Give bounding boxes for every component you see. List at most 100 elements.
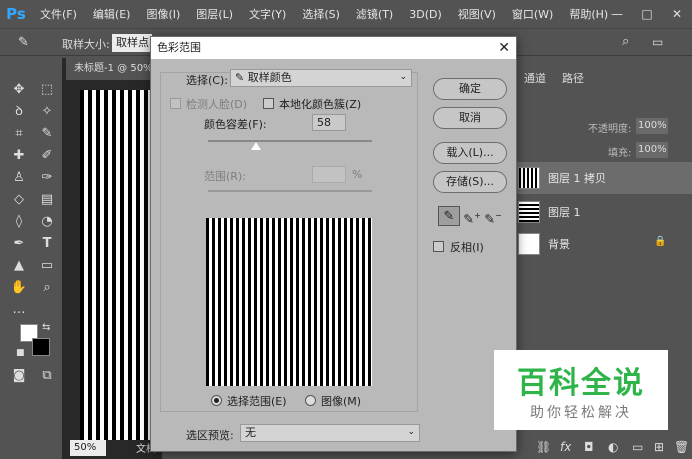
quick-mask-icon[interactable]: ◙ <box>8 366 30 386</box>
tab-paths[interactable]: 路径 <box>562 70 584 86</box>
screen-mode-icon[interactable]: ⧉ <box>36 366 58 386</box>
menu-file[interactable]: 文件(F) <box>32 6 85 22</box>
sample-size-label: 取样大小: <box>62 38 110 51</box>
layer-name: 图层 1 拷贝 <box>548 172 606 185</box>
range-slider-track[interactable] <box>208 190 372 192</box>
selection-preview-image[interactable] <box>206 218 372 386</box>
ok-button[interactable]: 确定 <box>433 78 507 100</box>
cancel-button[interactable]: 取消 <box>433 107 507 129</box>
layer-row[interactable]: 图层 1 拷贝 <box>514 162 692 194</box>
fuzziness-label: 颜色容差(F): <box>204 118 267 131</box>
layer-name: 图层 1 <box>548 206 581 219</box>
workspace-icon[interactable]: ▭ <box>652 35 663 49</box>
fx-icon[interactable]: fx <box>560 440 571 454</box>
selection-radio[interactable] <box>211 395 222 406</box>
healing-brush-icon[interactable]: ✚ <box>8 146 30 166</box>
dodge-tool-icon[interactable]: ◔ <box>36 212 58 232</box>
selection-preview-dropdown[interactable]: 无 ⌄ <box>240 424 420 442</box>
image-radio[interactable] <box>305 395 316 406</box>
save-button[interactable]: 存储(S)... <box>433 171 507 193</box>
layer-row[interactable]: 图层 1 <box>514 196 692 228</box>
default-colors-icon[interactable]: ■ <box>16 348 25 358</box>
swap-colors-icon[interactable]: ⇆ <box>42 322 50 333</box>
zoom-field[interactable]: 50% <box>70 440 106 456</box>
lasso-tool-icon[interactable]: ꝺ <box>8 102 30 122</box>
dialog-title: 色彩范围 <box>151 37 516 59</box>
watermark-title: 百科全说 <box>517 366 645 401</box>
move-tool-icon[interactable]: ✥ <box>8 80 30 100</box>
invert-label: 反相(I) <box>450 241 484 254</box>
layer-thumbnail <box>518 233 540 255</box>
tab-channels[interactable]: 通道 <box>524 70 546 86</box>
menu-layer[interactable]: 图层(L) <box>188 6 241 22</box>
window-controls: — □ ✕ <box>602 0 692 28</box>
select-dropdown[interactable]: ✎ 取样颜色 ⌄ <box>230 69 412 87</box>
close-icon[interactable]: ✕ <box>498 37 510 59</box>
eyedropper-add-icon[interactable]: ✎+ <box>461 206 483 227</box>
opacity-field[interactable]: 100% <box>636 118 668 134</box>
minimize-button[interactable]: — <box>602 7 632 21</box>
menu-type[interactable]: 文字(Y) <box>241 6 294 22</box>
background-color-swatch[interactable] <box>32 338 50 356</box>
clone-stamp-icon[interactable]: ♙ <box>8 168 30 188</box>
menu-filter[interactable]: 滤镜(T) <box>348 6 401 22</box>
fuzziness-input[interactable]: 58 <box>312 114 346 131</box>
zoom-tool-icon[interactable]: ⌕ <box>36 278 58 298</box>
history-brush-icon[interactable]: ✑ <box>36 168 58 188</box>
marquee-tool-icon[interactable]: ⬚ <box>36 80 58 100</box>
eyedropper-icon[interactable]: ✎ <box>36 124 58 144</box>
trash-icon[interactable]: 🗑 <box>674 440 689 454</box>
document-tab[interactable]: 未标题-1 @ 50% <box>66 58 162 80</box>
eyedropper-tool-icon[interactable]: ✎ <box>18 35 29 50</box>
close-window-button[interactable]: ✕ <box>662 7 692 21</box>
localized-clusters-label: 本地化颜色簇(Z) <box>279 98 362 111</box>
menu-image[interactable]: 图像(I) <box>138 6 188 22</box>
load-button[interactable]: 载入(L)... <box>433 142 507 164</box>
chevron-down-icon: ⌄ <box>407 427 415 437</box>
new-layer-icon[interactable]: ⊞ <box>654 440 664 454</box>
layer-name: 背景 <box>548 238 570 251</box>
brush-tool-icon[interactable]: ✐ <box>36 146 58 166</box>
fill-field[interactable]: 100% <box>636 142 668 158</box>
blur-tool-icon[interactable]: ◊ <box>8 212 30 232</box>
range-input[interactable] <box>312 166 346 183</box>
watermark: 百科全说 助你轻松解决 <box>494 350 668 430</box>
mask-icon[interactable]: ◘ <box>584 440 594 454</box>
menu-window[interactable]: 窗口(W) <box>504 6 561 22</box>
more-tools-icon[interactable]: … <box>8 300 30 320</box>
sample-size-select[interactable]: 取样点 <box>112 34 152 52</box>
eyedropper-subtract-icon[interactable]: ✎− <box>482 206 504 227</box>
menu-edit[interactable]: 编辑(E) <box>85 6 139 22</box>
path-selection-icon[interactable]: ▲ <box>8 256 30 276</box>
invert-checkbox[interactable] <box>433 241 444 252</box>
menu-3d[interactable]: 3D(D) <box>401 8 450 21</box>
hand-tool-icon[interactable]: ✋ <box>8 278 30 298</box>
magic-wand-tool-icon[interactable]: ✧ <box>36 102 58 122</box>
pen-tool-icon[interactable]: ✒ <box>8 234 30 254</box>
fuzziness-slider-thumb[interactable] <box>250 142 261 150</box>
type-tool-icon[interactable]: T <box>36 234 58 254</box>
fill-label: 填充: <box>608 148 632 159</box>
layer-row[interactable]: 背景 🔒 <box>514 228 692 260</box>
menu-select[interactable]: 选择(S) <box>294 6 348 22</box>
gradient-tool-icon[interactable]: ▤ <box>36 190 58 210</box>
eyedropper-icon[interactable]: ✎ <box>438 206 460 226</box>
link-layers-icon[interactable]: ⛓ <box>536 440 551 454</box>
document-canvas[interactable] <box>80 90 150 440</box>
detect-faces-checkbox[interactable] <box>170 98 181 109</box>
rectangle-tool-icon[interactable]: ▭ <box>36 256 58 276</box>
photoshop-logo: Ps <box>6 5 26 23</box>
maximize-button[interactable]: □ <box>632 7 662 21</box>
layers-panel-footer: ⛓ fx ◘ ◐ ▭ ⊞ 🗑 <box>512 437 692 459</box>
fuzziness-slider-track[interactable] <box>208 140 372 142</box>
selection-preview-value: 无 <box>245 426 256 439</box>
crop-tool-icon[interactable]: ⌗ <box>8 124 30 144</box>
menu-view[interactable]: 视图(V) <box>450 6 504 22</box>
folder-icon[interactable]: ▭ <box>632 440 643 454</box>
localized-clusters-checkbox[interactable] <box>263 98 274 109</box>
adjustment-icon[interactable]: ◐ <box>608 440 618 454</box>
opacity-label: 不透明度: <box>588 124 632 135</box>
eraser-tool-icon[interactable]: ◇ <box>8 190 30 210</box>
search-icon[interactable]: ⌕ <box>622 34 629 49</box>
lock-icon: 🔒 <box>654 236 667 247</box>
